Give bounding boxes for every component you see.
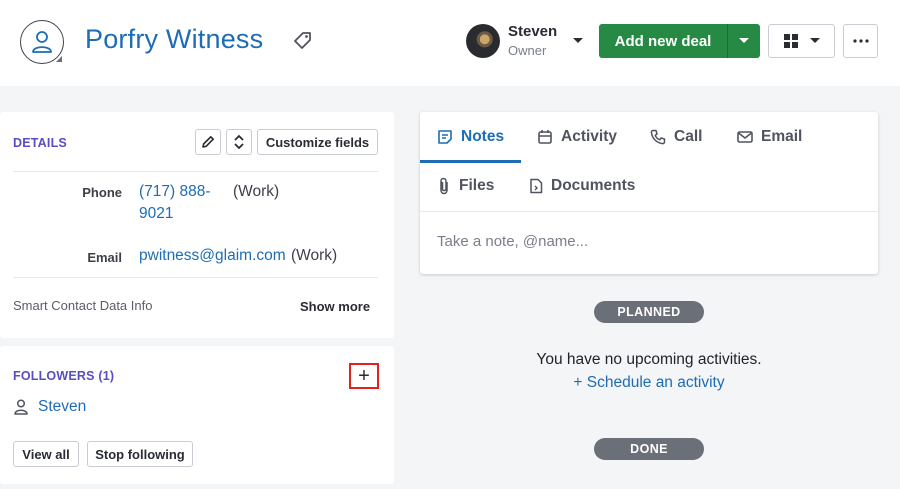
tab-activity-label: Activity xyxy=(561,128,617,145)
details-section-title: DETAILS xyxy=(13,136,67,150)
email-label: Email xyxy=(87,250,122,265)
page-header: Porfry Witness Steven Owner Add new deal xyxy=(0,0,900,86)
schedule-activity-link[interactable]: + Schedule an activity xyxy=(420,374,878,392)
smart-contact-data-label: Smart Contact Data Info xyxy=(13,298,153,313)
reorder-fields-button[interactable] xyxy=(226,129,252,155)
note-icon xyxy=(438,130,452,144)
tab-activity[interactable]: Activity xyxy=(537,128,617,146)
customize-fields-button[interactable]: Customize fields xyxy=(257,129,378,155)
chevron-down-icon xyxy=(739,38,749,43)
followers-card: FOLLOWERS (1) Steven View all Stop follo… xyxy=(0,346,394,484)
person-icon xyxy=(14,399,28,415)
page-title: Porfry Witness xyxy=(85,24,264,54)
followers-section-title: FOLLOWERS (1) xyxy=(13,369,115,383)
note-input[interactable]: Take a note, @name... xyxy=(437,233,588,250)
owner-name[interactable]: Steven xyxy=(508,23,557,40)
follower-name[interactable]: Steven xyxy=(38,398,86,416)
pencil-icon xyxy=(202,136,214,148)
tab-email[interactable]: Email xyxy=(737,128,802,146)
owner-role: Owner xyxy=(508,43,547,58)
no-activities-text: You have no upcoming activities. xyxy=(536,351,762,368)
add-new-deal-button-group: Add new deal xyxy=(599,24,760,58)
email-value[interactable]: pwitness@glaim.com xyxy=(139,245,286,267)
expand-collapse-icon xyxy=(234,134,244,150)
details-divider xyxy=(13,171,378,172)
document-icon xyxy=(530,178,543,194)
tab-call[interactable]: Call xyxy=(650,128,702,146)
email-type: (Work) xyxy=(291,247,338,264)
add-deal-dropdown-button[interactable] xyxy=(728,24,760,58)
tab-notes[interactable]: Notes xyxy=(437,128,504,146)
label-tag-icon[interactable] xyxy=(294,31,312,49)
owner-avatar[interactable] xyxy=(466,24,500,58)
composer-divider xyxy=(420,211,878,212)
add-new-deal-button[interactable]: Add new deal xyxy=(599,24,727,58)
phone-value-line-2: 9021 xyxy=(139,205,174,222)
tab-documents-label: Documents xyxy=(551,177,636,194)
phone-type: (Work) xyxy=(233,183,280,200)
avatar-corner-indicator xyxy=(56,56,62,62)
tab-call-label: Call xyxy=(674,128,703,145)
tab-email-label: Email xyxy=(761,128,803,145)
tab-files-label: Files xyxy=(459,177,495,194)
person-icon xyxy=(32,31,52,53)
phone-value-line-1: (717) 888- xyxy=(139,183,211,200)
tab-files[interactable]: Files xyxy=(437,177,494,195)
stop-following-button[interactable]: Stop following xyxy=(87,441,193,467)
chevron-down-icon xyxy=(809,38,820,43)
edit-details-button[interactable] xyxy=(195,129,221,155)
calendar-icon xyxy=(538,130,552,144)
tab-notes-label: Notes xyxy=(461,128,505,145)
grid-icon xyxy=(783,34,798,48)
view-switcher-button[interactable] xyxy=(768,24,835,58)
phone-value[interactable]: (717) 888- 9021 xyxy=(139,181,211,225)
paperclip-icon xyxy=(440,177,448,195)
tab-documents[interactable]: Documents xyxy=(529,177,635,195)
active-tab-indicator xyxy=(420,160,521,163)
owner-dropdown-caret-icon[interactable] xyxy=(572,37,584,45)
planned-badge: PLANNED xyxy=(594,301,704,323)
composer-card: Notes Activity Call Email Files Document… xyxy=(420,112,878,274)
person-avatar[interactable] xyxy=(20,20,64,64)
ellipsis-icon xyxy=(852,39,869,43)
add-follower-button[interactable]: + xyxy=(349,363,379,389)
details-divider-bottom xyxy=(13,277,378,278)
phone-icon xyxy=(650,129,666,145)
more-actions-button[interactable] xyxy=(843,24,878,58)
show-more-link[interactable]: Show more xyxy=(300,299,370,314)
envelope-icon xyxy=(737,131,753,143)
done-badge: DONE xyxy=(594,438,704,460)
details-card: DETAILS Customize fields Phone (717) 888… xyxy=(0,112,394,338)
phone-label: Phone xyxy=(82,185,122,200)
view-all-followers-button[interactable]: View all xyxy=(13,441,79,467)
